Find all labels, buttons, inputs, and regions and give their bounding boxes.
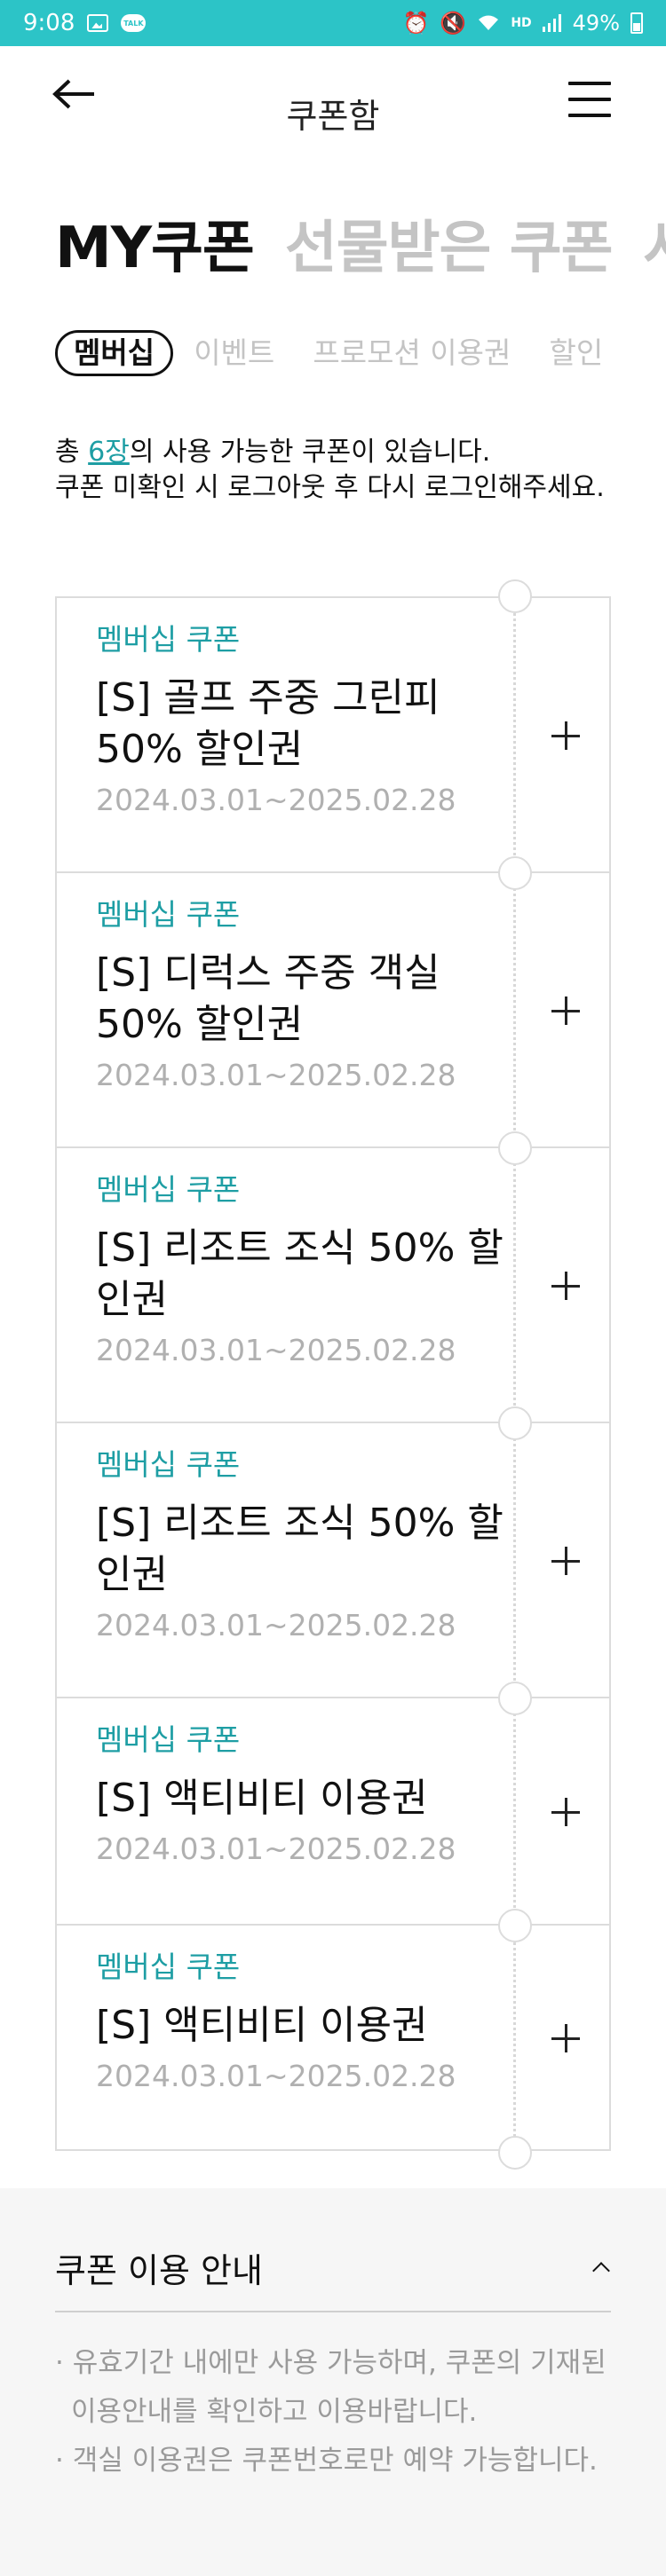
chevron-up-icon[interactable] — [590, 2257, 611, 2278]
guide-title: 쿠폰 이용 안내 — [55, 2250, 263, 2290]
guide-item: 유효기간 내에만 사용 가능하며, 쿠폰의 기재된 이용안내를 확인하고 이용바… — [55, 2339, 611, 2437]
coupon-period: 2024.03.01~2025.02.28 — [96, 783, 456, 817]
coupon-type: 멤버십 쿠폰 — [96, 1950, 241, 1984]
subtab-promotion[interactable]: 프로모션 이용권 — [313, 330, 511, 376]
coupon-type: 멤버십 쿠폰 — [96, 1172, 241, 1207]
guide-item: 객실 이용권은 쿠폰번호로만 예약 가능합니다. — [55, 2437, 611, 2485]
coupon-period: 2024.03.01~2025.02.28 — [96, 1832, 456, 1866]
page-title: 쿠폰함 — [286, 97, 380, 136]
guide-list: 유효기간 내에만 사용 가능하며, 쿠폰의 기재된 이용안내를 확인하고 이용바… — [55, 2339, 611, 2485]
sub-tabs: 멤버십 이벤트 프로모션 이용권 할인 — [55, 330, 666, 380]
subtab-event[interactable]: 이벤트 — [194, 330, 274, 376]
ticket-notch — [498, 2136, 532, 2170]
expand-plus-button[interactable] — [535, 1781, 597, 1843]
expand-plus-button[interactable] — [535, 980, 597, 1042]
status-bar: 9:08 TALK ⏰ 🔇 HD 49% — [0, 0, 666, 46]
subtab-discount[interactable]: 할인 — [549, 330, 603, 376]
coupon-divider — [513, 1148, 516, 1422]
expand-plus-button[interactable] — [535, 705, 597, 767]
coupon-divider — [513, 598, 516, 871]
coupon-type: 멤버십 쿠폰 — [96, 622, 241, 657]
coupon-period: 2024.03.01~2025.02.28 — [96, 1333, 456, 1367]
coupon-notice: 쿠폰 미확인 시 로그아웃 후 다시 로그인해주세요. — [55, 472, 605, 503]
tab-my-coupon[interactable]: MY쿠폰 — [55, 202, 255, 288]
coupon-period: 2024.03.01~2025.02.28 — [96, 1608, 456, 1642]
tab-more[interactable]: 사 — [644, 202, 666, 288]
coupon-card: 멤버십 쿠폰 [S] 액티비티 이용권 2024.03.01~2025.02.2… — [57, 1698, 609, 1926]
talk-notification-icon: TALK — [121, 14, 147, 32]
menu-button[interactable] — [568, 82, 611, 117]
ticket-notch — [498, 579, 532, 613]
coupon-count-text: 총 6장의 사용 가능한 쿠폰이 있습니다. — [55, 437, 491, 468]
coupon-card: 멤버십 쿠폰 [S] 액티비티 이용권 2024.03.01~2025.02.2… — [57, 1926, 609, 2151]
header: 쿠폰함 — [0, 46, 666, 153]
coupon-name: [S] 액티비티 이용권 — [96, 1776, 428, 1821]
mute-icon: 🔇 — [440, 11, 467, 35]
ticket-notch — [498, 856, 532, 890]
coupon-list: 멤버십 쿠폰 [S] 골프 주중 그린피 50% 할인권 2024.03.01~… — [55, 579, 611, 2170]
coupon-card: 멤버십 쿠폰 [S] 리조트 조식 50% 할인권 2024.03.01~202… — [57, 1148, 609, 1423]
main-tabs: MY쿠폰 선물받은 쿠폰 사 — [55, 202, 666, 288]
subtab-membership[interactable]: 멤버십 — [55, 330, 174, 376]
coupon-divider — [513, 1698, 516, 1924]
hamburger-icon — [568, 82, 611, 85]
coupon-type: 멤버십 쿠폰 — [96, 1447, 241, 1482]
wifi-icon — [477, 14, 500, 32]
coupon-guide-section: 쿠폰 이용 안내 유효기간 내에만 사용 가능하며, 쿠폰의 기재된 이용안내를… — [0, 2188, 666, 2576]
battery-icon — [630, 12, 643, 34]
signal-icon — [542, 14, 562, 32]
expand-plus-button[interactable] — [535, 1255, 597, 1317]
expand-plus-button[interactable] — [535, 1530, 597, 1592]
expand-plus-button[interactable] — [535, 2007, 597, 2069]
coupon-name: [S] 리조트 조식 50% 할인권 — [96, 1225, 503, 1322]
guide-accordion-header[interactable]: 쿠폰 이용 안내 — [55, 2224, 611, 2312]
battery-percent: 49% — [572, 11, 620, 35]
coupon-divider — [513, 1926, 516, 2149]
ticket-notch — [498, 1131, 532, 1165]
coupon-card: 멤버십 쿠폰 [S] 골프 주중 그린피 50% 할인권 2024.03.01~… — [57, 598, 609, 873]
coupon-card: 멤버십 쿠폰 [S] 디럭스 주중 객실 50% 할인권 2024.03.01~… — [57, 873, 609, 1148]
coupon-divider — [513, 1423, 516, 1697]
ticket-notch — [498, 1682, 532, 1715]
coupon-info: 총 6장의 사용 가능한 쿠폰이 있습니다. 쿠폰 미확인 시 로그아웃 후 다… — [55, 435, 623, 506]
coupon-type: 멤버십 쿠폰 — [96, 1722, 241, 1757]
coupon-name: [S] 디럭스 주중 객실 50% 할인권 — [96, 950, 440, 1047]
coupon-type: 멤버십 쿠폰 — [96, 897, 241, 932]
ticket-notch — [498, 1909, 532, 1942]
coupon-period: 2024.03.01~2025.02.28 — [96, 2059, 456, 2093]
coupon-name: [S] 액티비티 이용권 — [96, 2003, 428, 2048]
status-time: 9:08 — [23, 10, 75, 36]
coupon-name: [S] 리조트 조식 50% 할인권 — [96, 1501, 503, 1597]
alarm-icon: ⏰ — [402, 11, 430, 35]
coupon-period: 2024.03.01~2025.02.28 — [96, 1058, 456, 1092]
coupon-card: 멤버십 쿠폰 [S] 리조트 조식 50% 할인권 2024.03.01~202… — [57, 1423, 609, 1698]
coupon-divider — [513, 873, 516, 1146]
coupon-count[interactable]: 6장 — [88, 437, 130, 468]
tab-gifted-coupon[interactable]: 선물받은 쿠폰 — [285, 202, 614, 288]
ticket-notch — [498, 1406, 532, 1440]
gallery-notification-icon — [87, 14, 109, 32]
network-label: HD — [511, 16, 532, 30]
coupon-name: [S] 골프 주중 그린피 50% 할인권 — [96, 675, 440, 772]
